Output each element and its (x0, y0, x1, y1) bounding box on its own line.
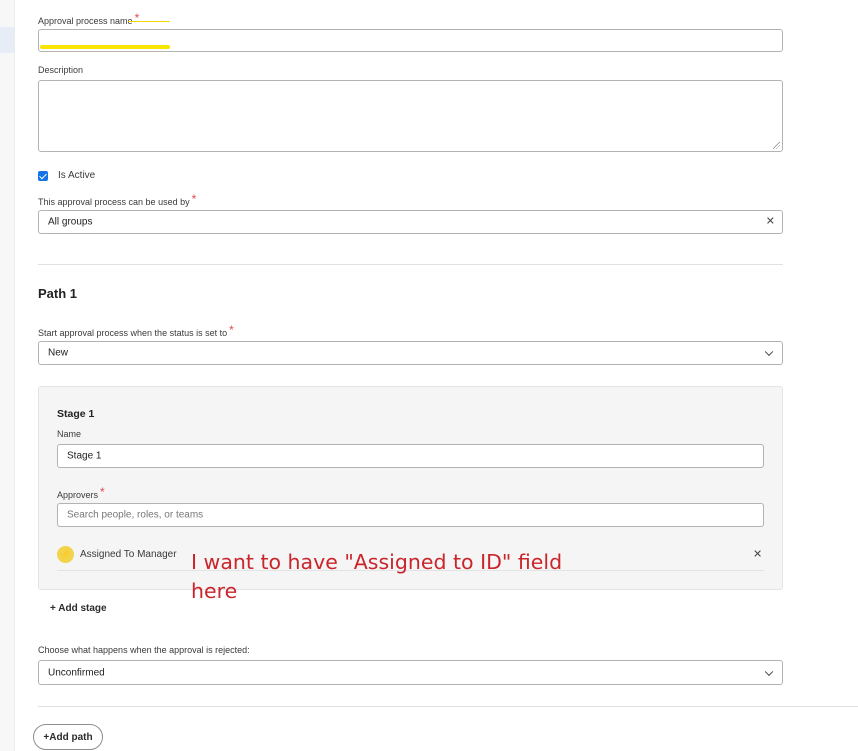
clear-icon[interactable]: ✕ (766, 216, 775, 228)
annotation-line-1: I want to have "Assigned to ID" field (191, 550, 563, 574)
rejected-action-value: Unconfirmed (48, 667, 105, 678)
path-title: Path 1 (38, 286, 78, 301)
required-asterisk: * (191, 192, 197, 206)
start-status-dropdown[interactable]: New (38, 341, 783, 365)
approver-item-label: Assigned To Manager (80, 549, 177, 560)
description-textarea[interactable] (38, 80, 783, 152)
annotation-line-2: here (191, 579, 238, 603)
start-status-label: Start approval process when the status i… (38, 323, 234, 339)
required-asterisk: * (134, 11, 140, 25)
bolt-icon: ⚡ (57, 546, 74, 563)
add-stage-button[interactable]: + Add stage (50, 603, 107, 614)
left-rail-selected-item[interactable] (0, 27, 14, 53)
bottom-divider (38, 706, 858, 707)
chevron-down-icon (764, 347, 774, 357)
is-active-label: Is Active (58, 170, 96, 181)
description-label: Description (38, 65, 84, 75)
used-by-label: This approval process can be used by * (38, 192, 197, 208)
stage-name-input[interactable]: Stage 1 (57, 444, 764, 468)
required-asterisk: * (100, 485, 105, 499)
used-by-select[interactable]: All groups ✕ (38, 210, 783, 234)
left-rail (0, 0, 15, 751)
used-by-value: All groups (48, 216, 93, 228)
add-path-button[interactable]: +Add path (33, 724, 103, 750)
start-status-value: New (48, 347, 69, 359)
rejected-label: Choose what happens when the approval is… (38, 645, 250, 655)
highlight-mark (128, 21, 170, 22)
required-asterisk: * (229, 323, 234, 337)
remove-approver-icon[interactable]: ✕ (753, 549, 762, 561)
approvers-placeholder: Search people, roles, or teams (67, 509, 204, 521)
start-status-label-text: Start approval process when the status i… (38, 328, 228, 338)
approval-name-label: Approval process name * (38, 11, 140, 27)
approval-name-label-text: Approval process name (38, 16, 133, 26)
approvers-search-input[interactable]: Search people, roles, or teams (57, 503, 764, 527)
annotation-text: I want to have "Assigned to ID" field he… (191, 548, 562, 606)
rejected-action-dropdown[interactable]: Unconfirmed (38, 660, 783, 685)
highlight-mark (40, 45, 170, 49)
stage-name-label: Name (57, 429, 82, 439)
approvers-label-text: Approvers (57, 490, 99, 500)
section-divider (38, 264, 783, 265)
stage-name-value: Stage 1 (67, 450, 102, 462)
is-active-checkbox[interactable] (38, 171, 48, 181)
approvers-label: Approvers * (57, 485, 105, 501)
resize-handle-icon[interactable] (773, 142, 780, 149)
used-by-label-text: This approval process can be used by (38, 197, 190, 207)
stage-title: Stage 1 (57, 408, 95, 420)
chevron-down-icon (764, 667, 774, 676)
